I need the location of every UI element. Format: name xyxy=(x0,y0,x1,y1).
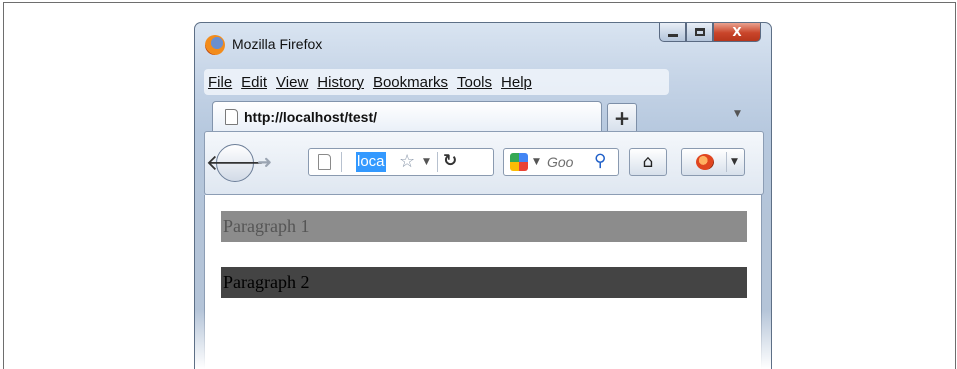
search-bar[interactable]: ▼ Goo ⚲ xyxy=(503,148,619,176)
google-icon[interactable] xyxy=(510,153,528,171)
menu-bookmarks[interactable]: Bookmarks xyxy=(373,74,448,91)
page-content: Paragraph 1 Paragraph 2 xyxy=(204,195,762,369)
home-icon: ⌂ xyxy=(642,152,654,172)
url-input[interactable]: loca xyxy=(356,152,386,172)
reload-divider xyxy=(437,152,438,172)
tab-strip: http://localhost/test/ + ▼ xyxy=(195,101,771,131)
tab-label: http://localhost/test/ xyxy=(244,108,377,125)
menu-file[interactable]: File xyxy=(208,74,232,91)
addon-button[interactable]: ▼ xyxy=(681,148,745,176)
tab-localhost[interactable]: http://localhost/test/ xyxy=(212,101,602,131)
menu-edit[interactable]: Edit xyxy=(241,74,267,91)
paragraph-2: Paragraph 2 xyxy=(221,267,747,298)
navigation-toolbar: 🡐 ➜ loca ☆ ▼ ↻ ▼ Goo ⚲ ⌂ ▼ xyxy=(204,131,764,195)
maximize-button[interactable] xyxy=(686,23,713,42)
addon-dropdown-icon[interactable]: ▼ xyxy=(731,157,738,167)
document-icon xyxy=(225,108,238,125)
search-input[interactable]: Goo xyxy=(547,154,573,170)
forward-button[interactable]: ➜ xyxy=(257,152,272,173)
menu-view[interactable]: View xyxy=(276,74,308,91)
menu-help[interactable]: Help xyxy=(501,74,532,91)
firefox-logo-icon xyxy=(205,35,225,55)
page-identity-icon[interactable] xyxy=(318,154,331,170)
ladybug-icon xyxy=(696,154,714,170)
url-history-dropdown-icon[interactable]: ▼ xyxy=(423,157,430,167)
home-button[interactable]: ⌂ xyxy=(629,148,667,176)
minimize-icon xyxy=(667,33,678,37)
paragraph-1: Paragraph 1 xyxy=(221,211,747,242)
minimize-button[interactable] xyxy=(659,23,686,42)
star-icon[interactable]: ☆ xyxy=(399,151,415,172)
search-engine-dropdown-icon[interactable]: ▼ xyxy=(533,157,540,167)
caption-buttons: X xyxy=(659,23,761,43)
forward-arrow-icon: ➜ xyxy=(257,152,273,173)
maximize-icon xyxy=(694,28,705,36)
tab-list-dropdown-icon[interactable]: ▼ xyxy=(734,109,741,119)
window-title: Mozilla Firefox xyxy=(232,36,323,52)
magnifier-icon[interactable]: ⚲ xyxy=(594,151,606,171)
back-button[interactable]: 🡐 xyxy=(206,144,265,182)
back-arrow-icon: 🡐 xyxy=(205,151,265,176)
menu-bar: File Edit View History Bookmarks Tools H… xyxy=(204,69,669,95)
reload-icon[interactable]: ↻ xyxy=(443,151,457,171)
url-bar[interactable]: loca ☆ ▼ ↻ xyxy=(308,148,494,176)
menu-tools[interactable]: Tools xyxy=(457,74,492,91)
menu-history[interactable]: History xyxy=(317,74,364,91)
browser-window: Mozilla Firefox X File Edit View History… xyxy=(194,22,772,369)
title-bar[interactable]: Mozilla Firefox X xyxy=(195,23,771,65)
close-button[interactable]: X xyxy=(713,23,761,42)
url-divider xyxy=(341,152,342,172)
addon-divider xyxy=(726,152,727,172)
new-tab-button[interactable]: + xyxy=(607,103,637,131)
